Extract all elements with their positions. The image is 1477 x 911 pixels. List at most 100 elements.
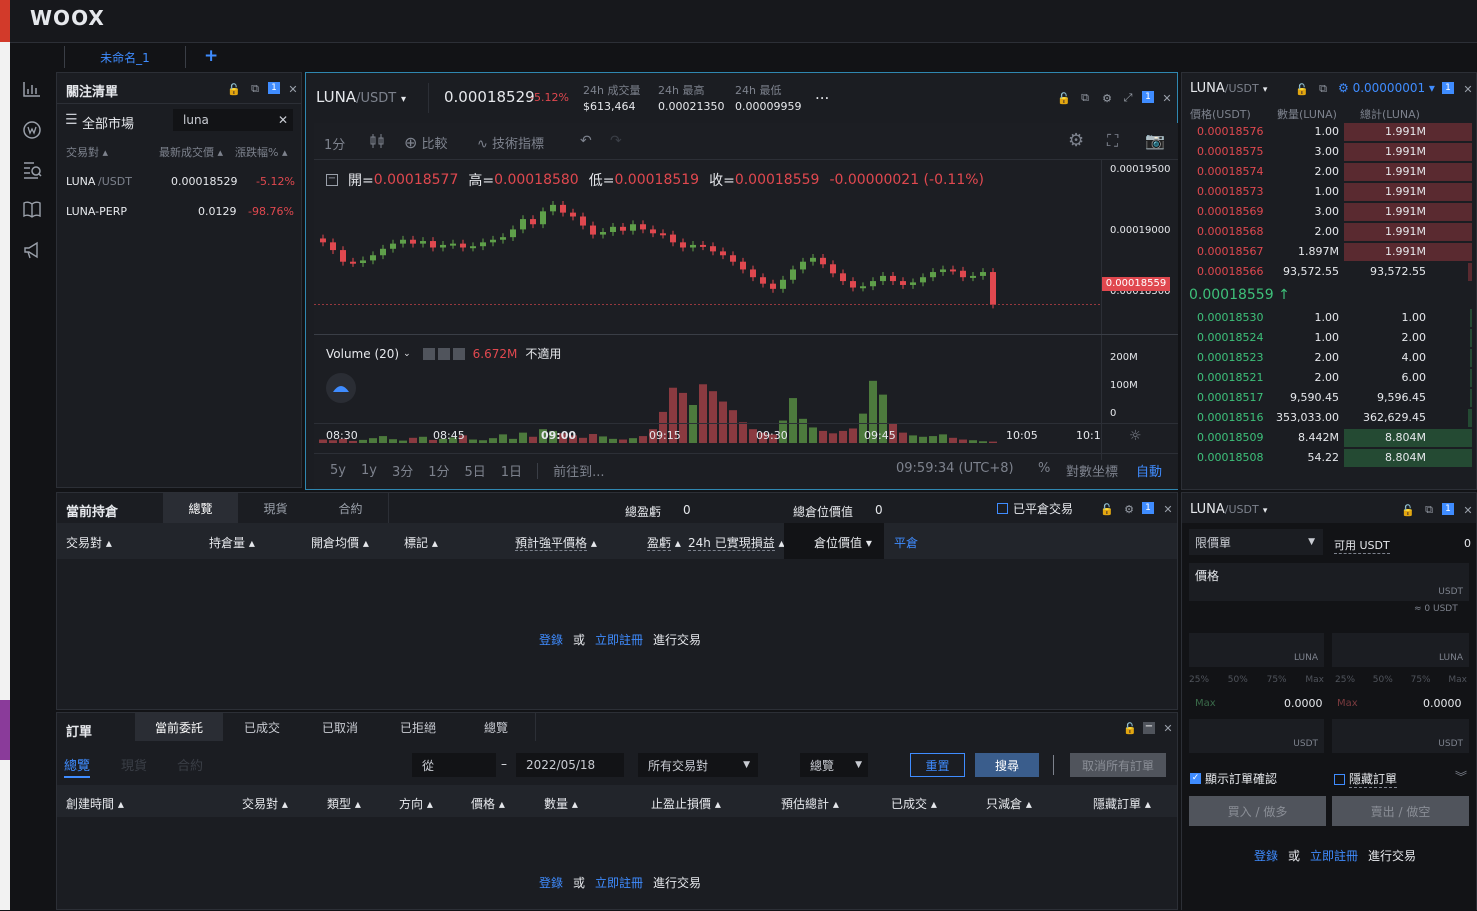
- asks-row[interactable]: 0.00018575 3.00 1.991M: [1182, 142, 1477, 162]
- col-liq[interactable]: 預計強平價格 ▴: [515, 534, 597, 551]
- tradingview-logo[interactable]: [326, 373, 356, 403]
- closed-trades-checkbox[interactable]: 已平倉交易: [997, 500, 1073, 517]
- order-col-header[interactable]: 已成交 ▴: [891, 795, 937, 812]
- search-button[interactable]: 搜尋: [975, 753, 1039, 777]
- close-icon[interactable]: ✕: [1461, 82, 1475, 96]
- tab-overview[interactable]: 總覽: [163, 493, 238, 523]
- trade-symbol[interactable]: LUNA/USDT ▾: [1190, 502, 1267, 517]
- sell-pct-max[interactable]: Max: [1448, 675, 1467, 685]
- range-1m[interactable]: 1分: [428, 461, 449, 480]
- settings-small-icon[interactable]: [437, 347, 450, 360]
- tab-filled[interactable]: 已成交: [223, 713, 301, 741]
- asks-row[interactable]: 0.00018566 93,572.55 93,572.55: [1182, 262, 1477, 282]
- interval-button[interactable]: 1分: [324, 134, 345, 153]
- watchlist-search-input[interactable]: luna: [173, 109, 293, 131]
- percent-toggle[interactable]: %: [1038, 461, 1050, 476]
- asks-row[interactable]: 0.00018569 3.00 1.991M: [1182, 202, 1477, 222]
- orderbook-symbol[interactable]: LUNA/USDT ▾: [1190, 81, 1267, 96]
- buy-button[interactable]: 買入 / 做多: [1189, 796, 1326, 826]
- to-date-input[interactable]: 2022/05/18: [516, 753, 624, 777]
- pair-select[interactable]: 所有交易對 ▼: [638, 753, 758, 777]
- hidden-order-checkbox[interactable]: 隱藏訂單: [1334, 770, 1398, 788]
- close-icon[interactable]: ✕: [286, 82, 300, 96]
- reset-button[interactable]: 重置: [910, 753, 965, 777]
- all-markets-label[interactable]: 全部市場: [82, 113, 134, 132]
- order-col-header[interactable]: 數量 ▴: [544, 795, 578, 812]
- tab-cancelled[interactable]: 已取消: [301, 713, 379, 741]
- price-chart[interactable]: [314, 160, 1178, 460]
- tab-history-overview[interactable]: 總覽: [457, 713, 535, 741]
- copy-icon[interactable]: ⧉: [1422, 503, 1436, 517]
- announcement-icon[interactable]: [22, 240, 42, 263]
- chart-nav-icon[interactable]: [22, 80, 42, 101]
- workspace-tab[interactable]: 未命名_1: [64, 46, 186, 68]
- copy-icon[interactable]: ⧉: [248, 82, 262, 96]
- asks-row[interactable]: 0.00018567 1.897M 1.991M: [1182, 242, 1477, 262]
- clear-search-icon[interactable]: ✕: [278, 113, 288, 127]
- camera-icon[interactable]: 📷: [1145, 131, 1165, 150]
- col-pair[interactable]: 交易對 ▴: [66, 534, 112, 551]
- bids-row[interactable]: 0.00018516 353,033.00 362,629.45: [1182, 408, 1477, 428]
- list-item[interactable]: LUNA /USDT 0.00018529 -5.12%: [57, 169, 301, 193]
- tab-spot[interactable]: 現貨: [238, 493, 313, 523]
- bids-row[interactable]: 0.00018521 2.00 6.00: [1182, 368, 1477, 388]
- col-pair[interactable]: 交易對 ▴: [66, 144, 108, 160]
- more-button[interactable]: ...: [815, 85, 829, 103]
- bids-row[interactable]: 0.00018530 1.00 1.00: [1182, 308, 1477, 328]
- buy-qty-input[interactable]: LUNA: [1189, 633, 1324, 667]
- col-realized[interactable]: 24h 已實現損益 ▴: [688, 534, 785, 551]
- sell-pct-25[interactable]: 25%: [1335, 675, 1355, 685]
- buy-pct-25[interactable]: 25%: [1189, 675, 1209, 685]
- login-link[interactable]: 登錄: [539, 874, 563, 891]
- lock-icon[interactable]: 🔓: [1123, 721, 1137, 735]
- order-col-header[interactable]: 止盈止損價 ▴: [651, 795, 721, 812]
- subtab-futures[interactable]: 合約: [177, 755, 203, 774]
- eye-icon[interactable]: [422, 347, 435, 360]
- copy-icon[interactable]: ⧉: [1078, 91, 1092, 105]
- tab-rejected[interactable]: 已拒絕: [379, 713, 457, 741]
- buy-pct-max[interactable]: Max: [1305, 675, 1324, 685]
- col-size[interactable]: 持倉量 ▴: [209, 534, 255, 551]
- cancel-all-button[interactable]: 取消所有訂單: [1070, 753, 1166, 777]
- close-icon[interactable]: ✕: [1160, 91, 1174, 105]
- woo-token-icon[interactable]: [22, 120, 42, 143]
- undo-icon[interactable]: ↶: [580, 133, 592, 149]
- col-mark[interactable]: 標記 ▴: [404, 534, 438, 551]
- minimize-icon[interactable]: −: [1143, 722, 1155, 734]
- order-col-header[interactable]: 預估總計 ▴: [781, 795, 839, 812]
- col-entry[interactable]: 開倉均價 ▴: [311, 534, 369, 551]
- link-badge-icon[interactable]: 1: [1142, 502, 1154, 514]
- list-item[interactable]: LUNA-PERP 0.0129 -98.76%: [57, 199, 301, 223]
- register-link[interactable]: 立即註冊: [595, 874, 643, 891]
- close-icon[interactable]: ✕: [1161, 502, 1175, 516]
- sell-pct-50[interactable]: 50%: [1373, 675, 1393, 685]
- range-3m[interactable]: 3分: [392, 461, 413, 480]
- subtab-overview[interactable]: 總覽: [64, 755, 91, 778]
- order-col-header[interactable]: 價格 ▴: [471, 795, 505, 812]
- candle-style-icon[interactable]: [368, 132, 386, 153]
- asks-row[interactable]: 0.00018574 2.00 1.991M: [1182, 162, 1477, 182]
- compare-button[interactable]: ⊕ 比較: [404, 133, 448, 152]
- close-icon[interactable]: ✕: [1461, 503, 1475, 517]
- chart-symbol[interactable]: LUNA/USDT ▾: [316, 88, 406, 106]
- link-badge-icon[interactable]: 1: [1442, 82, 1454, 94]
- view-select[interactable]: 總覽 ▼: [800, 753, 868, 777]
- expand-options-icon[interactable]: ︾: [1455, 768, 1467, 785]
- order-col-header[interactable]: 隱藏訂單 ▴: [1093, 795, 1151, 812]
- asks-row[interactable]: 0.00018576 1.00 1.991M: [1182, 122, 1477, 142]
- close-icon[interactable]: ✕: [1161, 721, 1175, 735]
- bids-row[interactable]: 0.00018508 54.22 8.804M: [1182, 448, 1477, 468]
- range-1d[interactable]: 1日: [501, 461, 522, 480]
- auto-scale-toggle[interactable]: 自動: [1136, 461, 1162, 480]
- order-col-header[interactable]: 方向 ▴: [399, 795, 433, 812]
- login-link[interactable]: 登錄: [1254, 847, 1278, 864]
- remove-indicator-icon[interactable]: [452, 347, 465, 360]
- sell-total-input[interactable]: USDT: [1332, 719, 1469, 753]
- link-badge-icon[interactable]: 1: [268, 82, 280, 94]
- lock-icon[interactable]: 🔓: [227, 82, 241, 96]
- asks-row[interactable]: 0.00018573 1.00 1.991M: [1182, 182, 1477, 202]
- indicators-button[interactable]: ∿ 技術指標: [477, 133, 544, 152]
- lock-icon[interactable]: 🔓: [1100, 502, 1114, 516]
- tab-futures[interactable]: 合約: [313, 493, 388, 523]
- explore-icon[interactable]: [22, 160, 42, 183]
